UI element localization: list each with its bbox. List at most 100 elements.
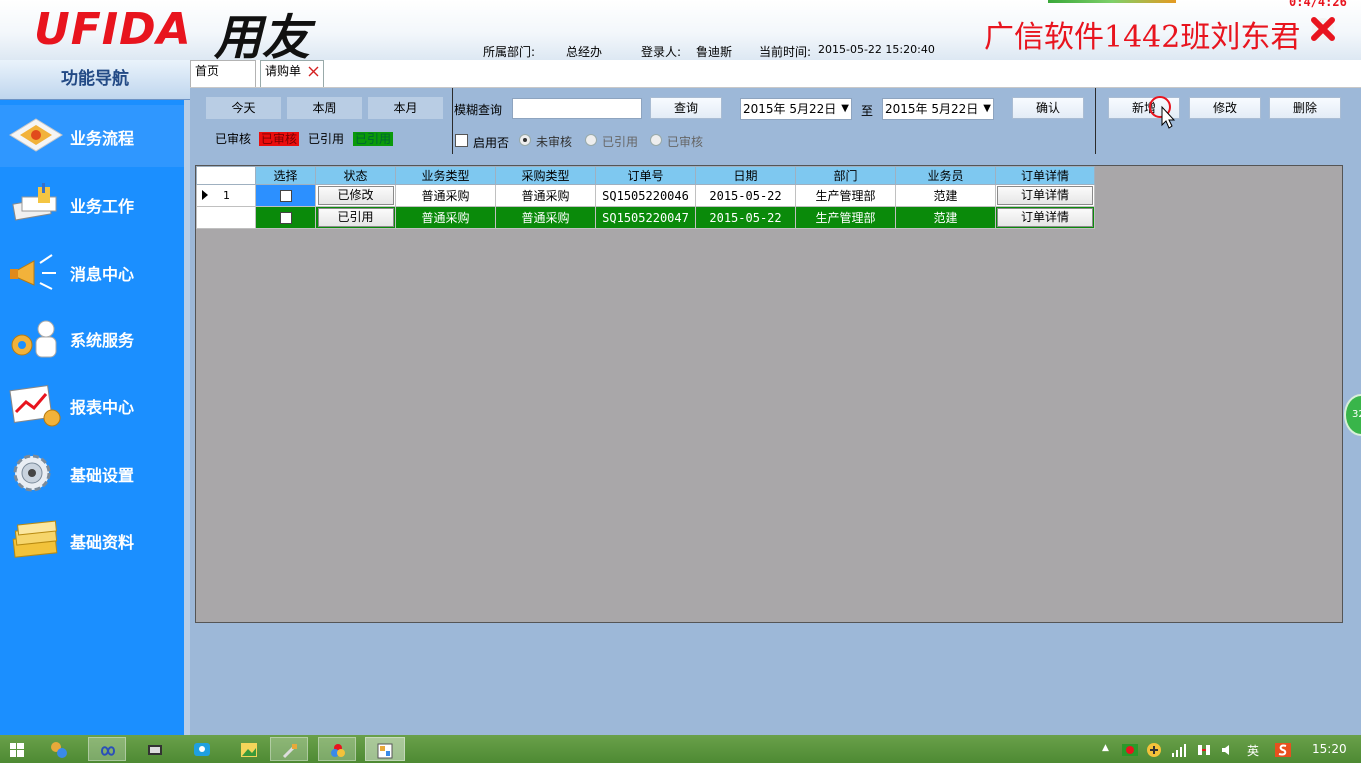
query-button[interactable]: 查询 xyxy=(650,97,722,119)
status-button[interactable]: 已修改 xyxy=(317,186,394,205)
select-cell[interactable] xyxy=(255,206,316,229)
flag-icon[interactable] xyxy=(1122,743,1138,757)
windows-start-icon[interactable] xyxy=(10,743,24,757)
date-cell: 2015-05-22 xyxy=(695,184,796,207)
order-no-cell: SQ1505220046 xyxy=(595,184,696,207)
sidebar-item-business[interactable]: 业务工作 xyxy=(0,173,184,235)
column-header[interactable]: 采购类型 xyxy=(495,166,596,185)
tab-purchase-request[interactable]: 请购单 xyxy=(260,60,324,87)
divider xyxy=(452,88,453,154)
chevron-down-icon: ▼ xyxy=(983,103,991,114)
chevron-down-icon: ▼ xyxy=(841,103,849,114)
time-label: 当前时间: xyxy=(759,45,812,59)
taskbar-app-3[interactable] xyxy=(136,737,174,761)
sidebar-item-label: 报表中心 xyxy=(70,398,135,417)
ime-indicator[interactable]: 英 xyxy=(1247,742,1259,759)
plus-badge-icon[interactable] xyxy=(1146,743,1162,757)
status-button[interactable]: 已引用 xyxy=(317,208,394,227)
column-header[interactable]: 选择 xyxy=(255,166,316,185)
column-header[interactable]: 状态 xyxy=(315,166,396,185)
close-icon[interactable] xyxy=(1308,14,1338,44)
date-from-select[interactable]: 2015年 5月22日 ▼ xyxy=(740,98,852,120)
volume-icon[interactable] xyxy=(1220,743,1234,757)
column-header[interactable]: 日期 xyxy=(695,166,796,185)
radio-cited-label: 已引用 xyxy=(602,135,639,149)
sidebar-item-reports[interactable]: 报表中心 xyxy=(0,374,184,436)
order-detail-button[interactable]: 订单详情 xyxy=(997,208,1093,227)
sidebar-item-basics[interactable]: 基础资料 xyxy=(0,509,184,571)
this-week-button[interactable]: 本周 xyxy=(287,97,362,119)
table-header-row: 选择 状态 业务类型 采购类型 订单号 日期 部门 业务员 订单详情 xyxy=(196,166,1095,185)
divider xyxy=(1095,88,1096,154)
row-header[interactable]: 2 xyxy=(196,206,256,229)
sidebar-item-messages[interactable]: 消息中心 xyxy=(0,241,184,303)
clock[interactable]: 15:20 xyxy=(1312,742,1347,756)
radio-unaudited[interactable] xyxy=(519,134,531,146)
documents-icon xyxy=(12,183,57,221)
radio-audited[interactable] xyxy=(650,134,662,146)
floating-assistant-ball[interactable]: 32 xyxy=(1344,394,1361,436)
enable-checkbox[interactable] xyxy=(455,134,468,147)
today-button[interactable]: 今天 xyxy=(206,97,281,119)
cursor-icon xyxy=(1149,96,1176,129)
taskbar-app-7[interactable] xyxy=(318,737,356,761)
legend-audited: 已审核 xyxy=(215,132,252,146)
biz-type-cell: 普通采购 xyxy=(395,184,496,207)
app-header: UFIDA 用友 所属部门: 总经办 登录人: 鲁迪斯 当前时间: 2015-0… xyxy=(0,0,1361,66)
folder-icon xyxy=(12,520,58,558)
sidebar-item-settings[interactable]: 基础设置 xyxy=(0,442,184,504)
sogou-ime-icon[interactable] xyxy=(1275,743,1291,757)
sidebar-item-services[interactable]: 系统服务 xyxy=(0,307,184,369)
taskbar-app-6[interactable] xyxy=(270,737,308,761)
column-header[interactable]: 订单号 xyxy=(595,166,696,185)
taskbar-app-1[interactable] xyxy=(40,737,78,761)
row-checkbox[interactable] xyxy=(279,212,292,224)
radio-audited-label: 已审核 xyxy=(667,135,704,149)
tab-home[interactable]: 首页 xyxy=(190,60,256,87)
taskbar-app-2[interactable] xyxy=(88,737,126,761)
column-header[interactable]: 部门 xyxy=(795,166,896,185)
this-month-button[interactable]: 本月 xyxy=(368,97,443,119)
sidebar-item-label: 基础设置 xyxy=(70,466,135,485)
signal-icon[interactable] xyxy=(1171,743,1187,757)
confirm-button[interactable]: 确认 xyxy=(1012,97,1084,119)
staff-cell: 范建 xyxy=(895,206,996,229)
column-header[interactable]: 订单详情 xyxy=(995,166,1095,185)
row-checkbox[interactable] xyxy=(279,190,292,202)
network-icon[interactable] xyxy=(1196,743,1212,757)
order-detail-button[interactable]: 订单详情 xyxy=(997,186,1093,205)
taskbar-app-8[interactable] xyxy=(365,737,405,761)
detail-cell[interactable]: 订单详情 xyxy=(995,206,1095,229)
table-row[interactable]: 2 已引用 普通采购 普通采购 SQ1505220047 2015-05-22 … xyxy=(196,206,1095,229)
row-number: 2 xyxy=(223,211,230,224)
tab-bar: 首页 请购单 xyxy=(190,60,1361,88)
time-value: 2015-05-22 15:20:40 xyxy=(818,43,935,56)
status-cell[interactable]: 已引用 xyxy=(315,206,396,229)
taskbar-app-5[interactable] xyxy=(230,737,268,761)
workflow-icon xyxy=(9,118,63,152)
sidebar-divider xyxy=(184,100,190,735)
edit-button[interactable]: 修改 xyxy=(1189,97,1261,119)
delete-button[interactable]: 删除 xyxy=(1269,97,1341,119)
taskbar: ▲ 英 15:20 xyxy=(0,735,1361,763)
column-header[interactable]: 业务员 xyxy=(895,166,996,185)
row-number: 1 xyxy=(223,189,230,202)
date-to-select[interactable]: 2015年 5月22日 ▼ xyxy=(882,98,994,120)
user-value: 鲁迪斯 xyxy=(696,45,733,59)
tray-expand-icon[interactable]: ▲ xyxy=(1102,743,1109,753)
current-row-icon xyxy=(202,190,208,200)
search-input[interactable] xyxy=(512,98,642,119)
order-grid: 选择 状态 业务类型 采购类型 订单号 日期 部门 业务员 订单详情 1 已修改… xyxy=(195,165,1343,623)
detail-cell[interactable]: 订单详情 xyxy=(995,184,1095,207)
taskbar-app-4[interactable] xyxy=(183,737,221,761)
select-cell[interactable] xyxy=(255,184,316,207)
purchase-type-cell: 普通采购 xyxy=(495,184,596,207)
close-icon[interactable] xyxy=(308,66,319,77)
sidebar-item-workflow[interactable]: 业务流程 xyxy=(0,105,184,167)
radio-cited[interactable] xyxy=(585,134,597,146)
column-header[interactable]: 业务类型 xyxy=(395,166,496,185)
table-row[interactable]: 1 已修改 普通采购 普通采购 SQ1505220046 2015-05-22 … xyxy=(196,184,1095,207)
status-cell[interactable]: 已修改 xyxy=(315,184,396,207)
row-header[interactable]: 1 xyxy=(196,184,256,207)
legend-audited-red: 已审核 xyxy=(259,132,300,146)
